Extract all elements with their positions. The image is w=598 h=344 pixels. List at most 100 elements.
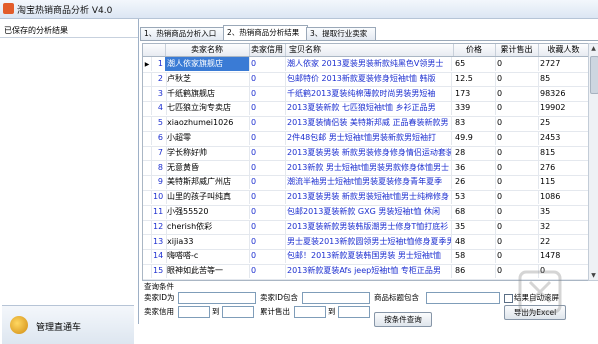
item-title-cell: 2013夏装新款男装韩版潮男士修身T恤打底衫: [285, 219, 452, 234]
favorites-cell: 85: [538, 72, 589, 86]
credit-from-input[interactable]: [178, 306, 210, 318]
header-price[interactable]: 价格: [453, 44, 496, 56]
scroll-thumb[interactable]: [590, 56, 598, 94]
credit-to-label: 到: [212, 307, 220, 316]
seller-id-contains-input[interactable]: [302, 292, 370, 304]
title-contains-input[interactable]: [426, 292, 500, 304]
header-seller-credit[interactable]: 卖家信用: [249, 44, 286, 56]
credit-to-input[interactable]: [222, 306, 254, 318]
seller-credit-cell: 0: [249, 234, 286, 249]
sold-cell: 0: [495, 190, 539, 205]
favorites-cell: 815: [538, 146, 589, 160]
seller-credit-cell: 0: [249, 116, 286, 131]
seller-name-cell: 眼神如此苦等一: [165, 264, 250, 279]
item-title-cell: 2013夏装男装 新款男装修身修身情侣运动套装: [285, 145, 452, 160]
sold-to-input[interactable]: [338, 306, 370, 318]
favorites-cell: 19902: [538, 101, 589, 115]
tab-analysis-entry[interactable]: 1、热销商品分析入口: [140, 27, 224, 40]
auto-scroll-checkbox[interactable]: [504, 294, 513, 303]
credit-label: 卖家信用: [144, 307, 174, 316]
sold-cell: 0: [495, 160, 539, 175]
price-cell: 36: [453, 160, 496, 175]
seller-credit-cell: 0: [249, 190, 286, 205]
favorites-cell: 25: [538, 116, 589, 130]
seller-credit-cell: 0: [249, 131, 286, 145]
table-scrollbar[interactable]: ▲ ▼: [588, 43, 598, 281]
seller-name-cell: 无意黄昏: [165, 160, 250, 175]
seller-credit-cell: 0: [249, 71, 286, 86]
seller-credit-cell: 0: [249, 264, 286, 279]
seller-id-contains-label: 卖家ID包含: [260, 293, 298, 302]
query-section-label: 查询条件: [144, 282, 174, 291]
sold-cell: 0: [495, 175, 539, 190]
table-row[interactable]: 10 山里的孩子叫纯真 0 2013夏装男装 新款男装短袖t恤男士纯棉修身 53 0 108…: [143, 190, 589, 206]
seller-id-input[interactable]: [178, 292, 256, 304]
seller-name-cell: 嗨嗒嗒-c: [165, 249, 250, 264]
price-cell: 173: [453, 86, 496, 101]
coin-icon: [10, 316, 28, 334]
sold-cell: 0: [495, 57, 539, 71]
favorites-cell: 2453: [538, 131, 589, 145]
table-row[interactable]: 6 小超零 0 2件48包邮 男士短袖t恤男装新款男短袖打 49.9 0 2453: [143, 131, 589, 147]
table-row[interactable]: 5 xiaozhumei1026 0 2013夏装情侣装 美特斯邦威 正品春装新款男 8…: [143, 116, 589, 132]
tab-analysis-results[interactable]: 2、热销商品分析结果: [223, 25, 308, 41]
sold-cell: 0: [495, 234, 539, 249]
favorites-cell: 32: [538, 220, 589, 234]
seller-credit-cell: 0: [249, 101, 286, 116]
seller-name-cell: xiaozhumei1026: [165, 116, 250, 131]
divider: [0, 37, 138, 38]
row-marker: [143, 57, 152, 71]
table-row[interactable]: 11 小强55520 0 包邮2013夏装新款 GXG 男装短袖t恤 休闲 68 0 35: [143, 205, 589, 221]
favorites-cell: 115: [538, 175, 589, 189]
price-cell: 48: [453, 234, 496, 249]
price-cell: 35: [453, 219, 496, 234]
seller-name-cell: 潮人依家旗舰店: [165, 57, 250, 71]
sold-to-label: 到: [328, 307, 336, 316]
header-seller-name[interactable]: 卖家名称: [165, 44, 250, 56]
header-item-title[interactable]: 宝贝名称: [285, 44, 454, 56]
sold-from-input[interactable]: [294, 306, 326, 318]
seller-credit-cell: 0: [249, 219, 286, 234]
results-table[interactable]: 卖家名称 卖家信用 宝贝名称 价格 累计售出 收藏人数 1潮人依家旗舰店0潮人依…: [142, 43, 590, 281]
table-row[interactable]: 9 美特斯邦威广州店 0 潮流半袖男士短袖t恤男装夏装修身青年夏季 26 0 115: [143, 175, 589, 191]
table-row[interactable]: 1潮人依家旗舰店0潮人依家 2013夏装男装新款纯黑色V领男士6502727: [143, 57, 589, 73]
seller-credit-cell: 0: [249, 160, 286, 175]
item-title-cell: 千纸鹤2013夏装纯棉薄款时尚男装男短袖: [285, 86, 452, 101]
row-marker: [143, 234, 152, 249]
price-cell: 86: [453, 264, 496, 279]
seller-credit-cell: 0: [249, 249, 286, 264]
item-title-cell: 男士夏装2013新款圆领男士短袖t恤修身夏季男: [285, 234, 452, 249]
item-title-cell: 2013新款 男士短袖t恤男装男款修身体恤男士: [285, 160, 452, 175]
table-row[interactable]: 7 学长称好帅 0 2013夏装男装 新款男装修身修身情侣运动套装 28 0 815: [143, 145, 589, 162]
favorites-cell: 98326: [538, 87, 589, 101]
table-row[interactable]: 2 卢秋芝 0 包邮特价 2013新款夏装修身短袖t恤 韩版 12.5 0 85: [143, 71, 589, 88]
item-title-cell: 2013夏装新款 七匹狼短袖t恤 乡衫正品男: [285, 101, 452, 116]
table-row[interactable]: 8 无意黄昏 0 2013新款 男士短袖t恤男装男款修身体恤男士 36 0 276: [143, 160, 589, 177]
sold-cell: 0: [495, 116, 539, 131]
table-row[interactable]: 3 千纸鹤旗舰店 0 千纸鹤2013夏装纯棉薄款时尚男装男短袖 173 0 98326: [143, 86, 589, 103]
sold-cell: 0: [495, 249, 539, 264]
favorites-cell: 1086: [538, 190, 589, 204]
favorites-cell: 35: [538, 205, 589, 219]
row-marker: [143, 175, 152, 190]
sold-cell: 0: [495, 219, 539, 234]
manage-ztc-button[interactable]: 管理直通车: [2, 305, 134, 344]
row-marker: [143, 205, 152, 219]
search-button[interactable]: 按条件查询: [374, 312, 432, 327]
price-cell: 28: [453, 145, 496, 160]
tab-extract-sellers[interactable]: 3、提取行业卖家: [306, 27, 376, 40]
favorites-cell: 276: [538, 161, 589, 175]
header-favorites[interactable]: 收藏人数: [538, 44, 589, 56]
sold-cell: 0: [495, 205, 539, 219]
price-cell: 12.5: [453, 71, 496, 86]
table-row[interactable]: 13 xijia33 0 男士夏装2013新款圆领男士短袖t恤修身夏季男 48 0 22: [143, 234, 589, 251]
seller-credit-cell: 0: [249, 175, 286, 190]
title-contains-label: 商品标题包含: [374, 293, 419, 302]
header-sold[interactable]: 累计售出: [495, 44, 539, 56]
table-row[interactable]: 14 嗨嗒嗒-c 0 包邮！2013新款夏装韩国男装 男士短袖t恤 58 0 1478: [143, 249, 589, 265]
scroll-up-arrow-icon[interactable]: ▲: [589, 44, 598, 53]
scroll-down-arrow-icon[interactable]: ▼: [589, 271, 598, 280]
table-row[interactable]: 12 cherish依彩 0 2013夏装新款男装韩版潮男士修身T恤打底衫 35 0 32: [143, 219, 589, 236]
table-row[interactable]: 4 七匹狼立洵专卖店 0 2013夏装新款 七匹狼短袖t恤 乡衫正品男 339 0 1990…: [143, 101, 589, 117]
seller-id-label: 卖家ID为: [144, 293, 175, 302]
